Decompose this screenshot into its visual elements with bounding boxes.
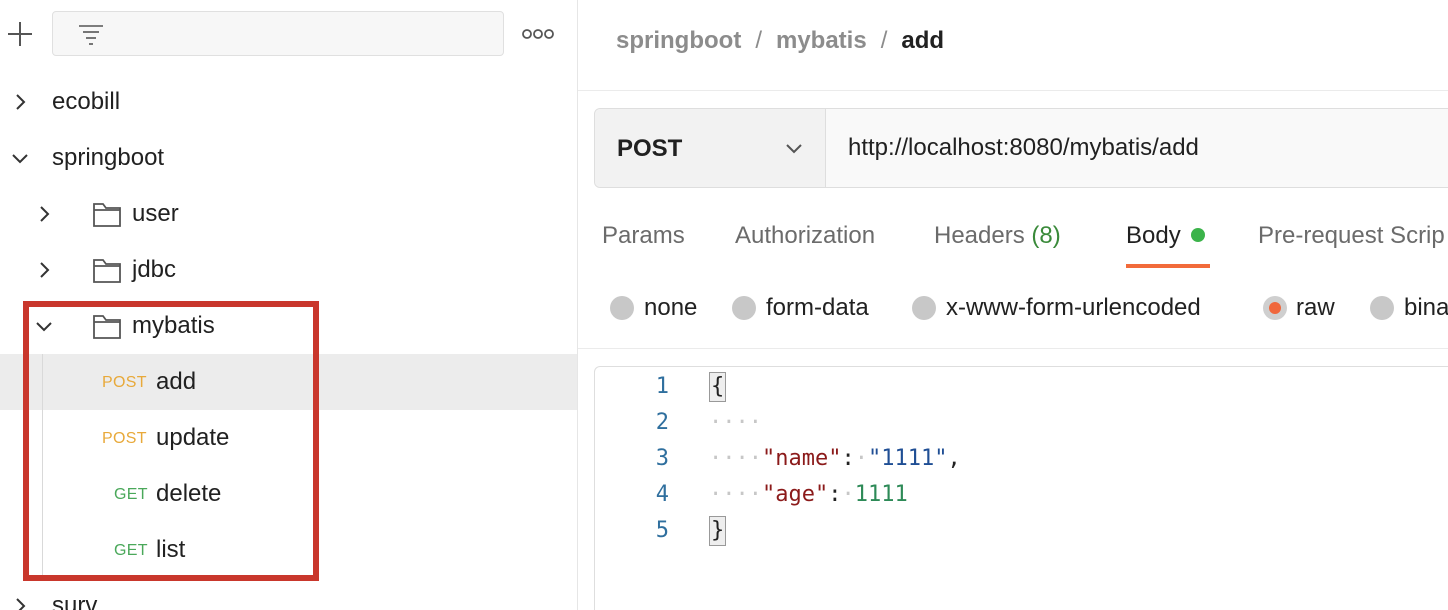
whitespace-marker: ···· bbox=[709, 410, 762, 435]
chevron-right-icon bbox=[16, 94, 26, 110]
folder-icon bbox=[93, 259, 121, 283]
active-tab-underline bbox=[1126, 264, 1210, 268]
url-input[interactable]: http://localhost:8080/mybatis/add bbox=[848, 133, 1199, 163]
chevron-right-icon bbox=[40, 206, 50, 222]
radio-none[interactable] bbox=[610, 296, 634, 320]
tree-item-surv[interactable]: surv bbox=[0, 578, 577, 610]
chevron-right-icon bbox=[40, 262, 50, 278]
tree-item-label: jdbc bbox=[132, 256, 177, 283]
json-number-value: 1111 bbox=[854, 482, 908, 507]
radio-form-data-label[interactable]: form-data bbox=[766, 294, 869, 322]
radio-form-data[interactable] bbox=[732, 296, 756, 320]
new-collection-button[interactable] bbox=[4, 18, 36, 50]
tab-authorization[interactable]: Authorization bbox=[735, 222, 875, 250]
line-number: 5 bbox=[655, 518, 669, 543]
tree-item-label: springboot bbox=[52, 144, 165, 171]
line-number: 4 bbox=[655, 482, 669, 507]
filter-icon bbox=[79, 25, 103, 45]
method-select[interactable]: POST bbox=[595, 109, 826, 187]
breadcrumb-item-folder[interactable]: mybatis bbox=[776, 27, 867, 54]
tab-headers-label: Headers bbox=[934, 222, 1025, 249]
tab-body[interactable]: Body bbox=[1126, 222, 1205, 250]
tree-item-ecobill[interactable]: ecobill bbox=[0, 74, 577, 130]
json-string-value: "1111" bbox=[867, 446, 948, 471]
breadcrumb-separator: / bbox=[880, 27, 888, 54]
radio-none-label[interactable]: none bbox=[644, 294, 697, 322]
radio-raw[interactable] bbox=[1263, 296, 1287, 320]
method-select-value: POST bbox=[617, 135, 683, 162]
line-number: 1 bbox=[655, 374, 669, 399]
radio-binary-label[interactable]: bina bbox=[1404, 294, 1448, 322]
tree-item-jdbc[interactable]: jdbc bbox=[0, 242, 577, 298]
code-line: { bbox=[709, 369, 727, 405]
tree-item-label: surv bbox=[52, 592, 98, 610]
breadcrumb-item-request[interactable]: add bbox=[901, 27, 944, 54]
tab-headers-count: (8) bbox=[1031, 222, 1061, 249]
header-divider bbox=[578, 90, 1448, 91]
body-indicator-dot bbox=[1190, 227, 1205, 242]
collections-sidebar: ecobill springboot user jdbc mybatis POS… bbox=[0, 0, 578, 610]
chevron-right-icon bbox=[16, 598, 26, 610]
radio-binary[interactable] bbox=[1370, 296, 1394, 320]
line-number: 3 bbox=[655, 446, 669, 471]
chevron-down-icon bbox=[12, 154, 28, 164]
code-line: ····"age":·1111 bbox=[709, 482, 908, 507]
json-key: "name" bbox=[761, 446, 842, 471]
tab-headers[interactable]: Headers (8) bbox=[934, 222, 1061, 250]
breadcrumb: springboot / mybatis / add bbox=[616, 26, 944, 56]
section-divider bbox=[578, 348, 1448, 349]
breadcrumb-separator: / bbox=[755, 27, 762, 54]
tab-body-label: Body bbox=[1126, 222, 1181, 249]
whitespace-marker: ···· bbox=[709, 446, 762, 471]
code-line: ···· bbox=[709, 405, 762, 441]
tree-item-user[interactable]: user bbox=[0, 186, 577, 242]
filter-input[interactable] bbox=[52, 11, 504, 56]
more-horizontal-icon bbox=[522, 29, 554, 39]
tree-item-label: ecobill bbox=[52, 88, 121, 115]
radio-urlencoded-label[interactable]: x-www-form-urlencoded bbox=[946, 294, 1201, 322]
radio-urlencoded[interactable] bbox=[912, 296, 936, 320]
tree-item-label: user bbox=[132, 200, 179, 227]
code-line: ····"name":·"1111", bbox=[709, 446, 961, 471]
more-options-button[interactable] bbox=[520, 26, 556, 42]
breadcrumb-item-collection[interactable]: springboot bbox=[616, 27, 741, 54]
matched-brace: { bbox=[709, 372, 727, 402]
tab-pre-request-script[interactable]: Pre-request Scrip bbox=[1258, 222, 1445, 250]
tree-item-springboot[interactable]: springboot bbox=[0, 130, 577, 186]
chevron-down-icon bbox=[786, 144, 802, 154]
code-editor[interactable]: 1 2 3 4 5 { ···· ····"name":·"1111", ···… bbox=[594, 366, 1448, 610]
annotation-highlight-box bbox=[23, 301, 319, 581]
radio-raw-label[interactable]: raw bbox=[1296, 294, 1335, 322]
line-number: 2 bbox=[655, 410, 669, 435]
whitespace-marker: ···· bbox=[709, 482, 762, 507]
json-key: "age" bbox=[761, 482, 829, 507]
tab-params[interactable]: Params bbox=[602, 222, 685, 250]
folder-icon bbox=[93, 203, 121, 227]
code-line: } bbox=[709, 513, 727, 549]
request-bar: POST http://localhost:8080/mybatis/add bbox=[594, 108, 1448, 188]
request-editor-pane: springboot / mybatis / add POST http://local… bbox=[578, 0, 1448, 610]
plus-icon bbox=[8, 22, 32, 46]
matched-brace: } bbox=[709, 516, 727, 546]
